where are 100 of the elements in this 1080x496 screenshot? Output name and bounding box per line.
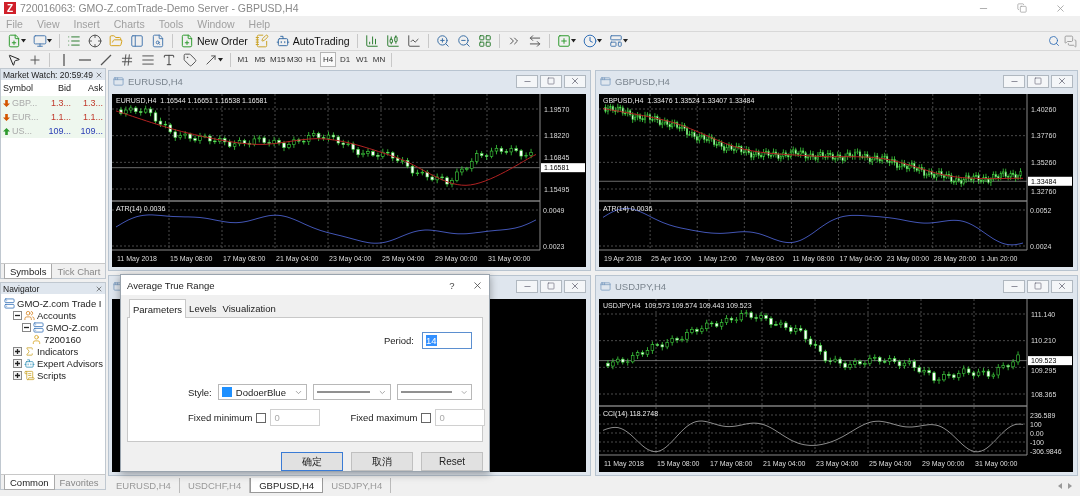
table-cell: 1.3... (73, 96, 105, 110)
robot-icon[interactable] (275, 34, 290, 48)
color-select[interactable]: DodoerBlue (217, 384, 307, 400)
navigator-item[interactable]: Indicators (37, 345, 79, 357)
folder-icon[interactable] (109, 34, 123, 48)
close-button[interactable] (1051, 279, 1073, 293)
autotrading-button[interactable]: AutoTrading (272, 32, 353, 50)
close-button[interactable] (1051, 74, 1073, 88)
new-order-button[interactable]: New Order (177, 32, 251, 50)
field-label: Style: (188, 386, 212, 398)
document-search-icon[interactable] (151, 34, 165, 48)
column-header: Ask (87, 82, 104, 95)
zoom-in-icon[interactable] (435, 34, 450, 48)
field-label: Fixed minimum (188, 412, 253, 423)
navigator-item[interactable]: GMO-Z.com (46, 321, 99, 333)
expand-icon[interactable] (13, 358, 22, 368)
maximize-button[interactable] (1027, 279, 1049, 293)
trend-line-icon[interactable] (99, 52, 113, 67)
caret-icon[interactable] (596, 39, 602, 43)
dialog-button[interactable]: 取消 (351, 452, 413, 471)
navigator-item[interactable]: Expert Advisors (37, 357, 103, 369)
chart-tab[interactable]: GBPUSD,H4 (250, 478, 324, 493)
dialog-button[interactable]: Reset (421, 452, 483, 471)
expand-icon[interactable] (13, 370, 22, 380)
caret-icon[interactable] (47, 39, 52, 43)
candlestick-icon[interactable] (385, 34, 400, 48)
timeframe-button[interactable]: D1 (337, 52, 353, 67)
close-button[interactable] (564, 279, 586, 293)
close-icon[interactable] (1055, 2, 1066, 14)
cursor-icon[interactable] (7, 52, 21, 67)
server-icon (33, 321, 44, 333)
dialog-tab[interactable]: Visualization (219, 300, 279, 317)
line-style-select[interactable] (313, 384, 391, 400)
timeframe-button[interactable]: MN (371, 52, 387, 67)
scroll-right-icon[interactable] (1068, 483, 1072, 489)
clock-icon[interactable] (582, 34, 597, 48)
navigator-item[interactable]: GMO-Z.com Trade I (17, 297, 102, 309)
timeframe-button[interactable]: M15 (269, 52, 285, 67)
close-icon[interactable] (95, 70, 103, 79)
panel-tab[interactable]: Common (4, 475, 55, 490)
caret-icon[interactable] (218, 57, 223, 62)
line-width-select[interactable] (397, 384, 472, 400)
chart-window-icon (600, 75, 611, 87)
dialog-button[interactable]: 确定 (281, 452, 343, 471)
help-button[interactable]: ? (440, 279, 464, 291)
dialog-tab[interactable]: Levels (186, 300, 220, 317)
arrow-tool-icon[interactable] (204, 52, 218, 67)
table-cell: 109... (73, 124, 105, 138)
line-chart-icon[interactable] (406, 34, 421, 48)
minimize-button[interactable] (516, 279, 538, 293)
bar-chart-icon[interactable] (364, 34, 379, 48)
close-icon (570, 281, 580, 291)
chat-icon[interactable] (1064, 34, 1077, 48)
close-icon (1057, 76, 1067, 86)
collapse-icon[interactable] (13, 310, 22, 320)
timeframe-button[interactable]: W1 (354, 52, 370, 67)
maximize-button[interactable] (1027, 74, 1049, 88)
timeframe-button[interactable]: M30 (286, 52, 302, 67)
collapse-icon[interactable] (22, 322, 31, 332)
close-icon (1057, 281, 1067, 291)
robot-icon (24, 357, 35, 369)
maximize-button[interactable] (540, 279, 562, 293)
restore-icon[interactable] (1017, 3, 1027, 13)
panel-icon[interactable] (130, 34, 144, 48)
navigator-item[interactable]: 7200160 (44, 333, 81, 345)
navigator-item[interactable]: Scripts (37, 369, 67, 381)
timeframe-button[interactable]: H4 (320, 52, 336, 67)
caret-icon[interactable] (570, 39, 576, 43)
lines-icon[interactable] (141, 52, 155, 67)
search-icon[interactable] (1048, 35, 1060, 47)
close-button[interactable] (564, 74, 586, 88)
tile-windows-icon[interactable] (477, 34, 492, 48)
close-icon[interactable] (472, 279, 483, 291)
scroll-left-icon[interactable] (1058, 483, 1062, 489)
label-icon[interactable] (183, 52, 197, 67)
minimize-button[interactable] (1003, 74, 1025, 88)
timeframe-button[interactable]: M5 (252, 52, 268, 67)
close-icon[interactable] (95, 284, 103, 293)
panel-tab[interactable]: Symbols (4, 264, 53, 279)
notebook-icon[interactable] (254, 34, 269, 48)
zoom-out-icon[interactable] (456, 34, 471, 48)
dialog-tab[interactable]: Parameters (129, 299, 187, 318)
timeframe-button[interactable]: H1 (303, 52, 319, 67)
crosshair-icon[interactable] (88, 34, 102, 48)
navigator-item[interactable]: Accounts (37, 309, 77, 321)
caret-icon[interactable] (21, 39, 26, 43)
maximize-button[interactable] (540, 74, 562, 88)
caret-icon[interactable] (622, 39, 628, 43)
text-tool-icon[interactable] (162, 52, 176, 67)
left-right-arrow-icon[interactable] (527, 34, 542, 48)
timeframe-button[interactable]: M1 (235, 52, 251, 67)
new-order-icon[interactable] (180, 34, 194, 48)
list-icon[interactable] (67, 34, 81, 48)
field-label: Period: (383, 335, 414, 346)
expand-icon[interactable] (13, 346, 22, 356)
panel-title: Market Watch: 20:59:49 (3, 69, 93, 80)
channel-icon[interactable] (120, 52, 134, 67)
minimize-button[interactable] (516, 74, 538, 88)
table-cell: 1.3... (41, 96, 73, 110)
minimize-button[interactable] (1003, 279, 1025, 293)
